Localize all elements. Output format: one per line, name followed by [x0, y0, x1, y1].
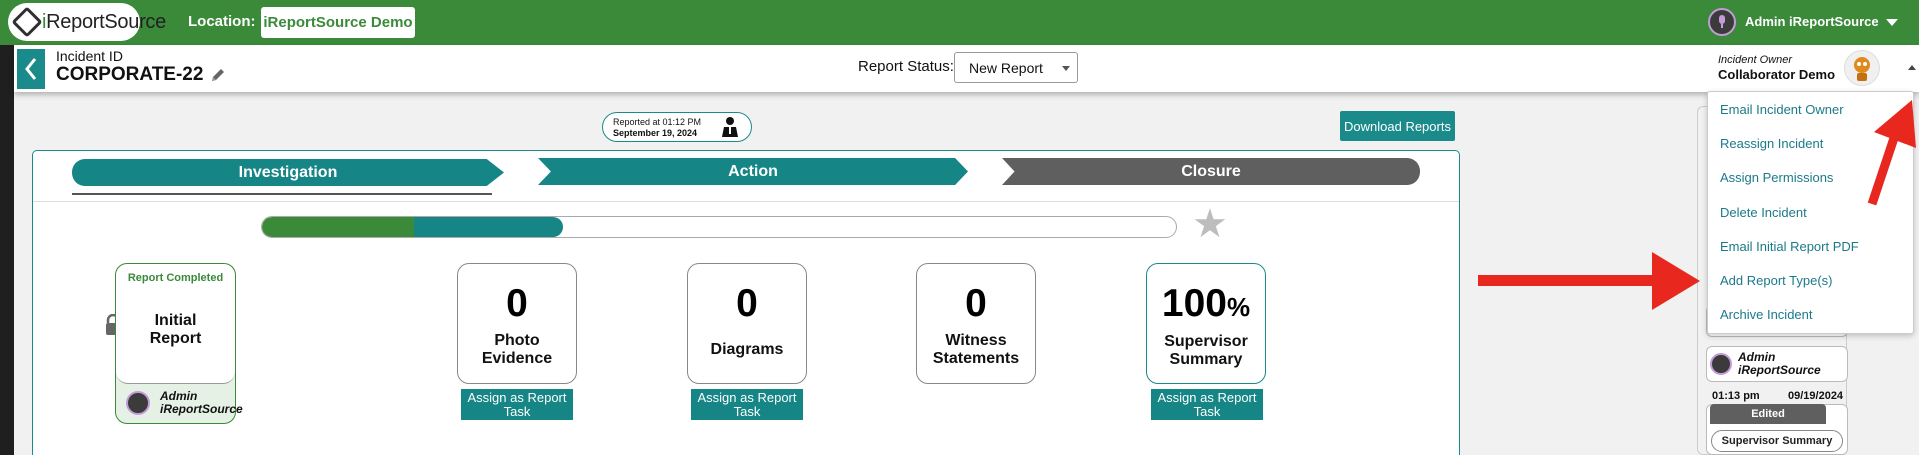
- activity-date: 09/19/2024: [1788, 390, 1844, 402]
- panel-divider: [33, 201, 1459, 202]
- user-menu-chevron-down-icon[interactable]: [1886, 19, 1898, 26]
- activity-user-avatar: [1710, 353, 1732, 375]
- initial-report-card[interactable]: Report Completed Initial Report Admin iRep…: [115, 263, 243, 424]
- witness-statements-card[interactable]: 0 Witness Statements: [916, 263, 1036, 384]
- annotation-arrow-up-icon: [1867, 100, 1916, 206]
- incident-id: CORPORATE-22: [56, 64, 204, 85]
- incident-header: Incident ID CORPORATE-22 Report Status: …: [14, 45, 1919, 92]
- active-stage-underline: [72, 193, 492, 195]
- menu-item-assign-permissions[interactable]: Assign Permissions: [1720, 170, 1833, 185]
- report-completed-status: Report Completed: [127, 272, 224, 284]
- diagrams-label: Diagrams: [710, 341, 784, 358]
- reported-date: September 19, 2024: [613, 128, 698, 138]
- activity-report-link[interactable]: Supervisor Summary: [1711, 430, 1843, 452]
- photo-evidence-card[interactable]: 0 Photo Evidence: [457, 263, 577, 384]
- stage-action[interactable]: Action: [538, 158, 968, 185]
- reported-time: Reported at 01:12 PM: [613, 117, 702, 127]
- activity-user: Admin iReportSource: [1738, 350, 1821, 377]
- back-button[interactable]: [17, 49, 45, 89]
- menu-item-reassign-incident[interactable]: Reassign Incident: [1720, 136, 1823, 151]
- report-status-label: Report Status:: [858, 58, 954, 75]
- stage-investigation[interactable]: Investigation: [72, 159, 504, 186]
- assign-photo-evidence-button[interactable]: Assign as Report Task: [461, 389, 573, 420]
- assign-diagrams-button[interactable]: Assign as Report Task: [691, 389, 803, 420]
- chevron-down-icon: [1062, 66, 1070, 71]
- initial-report-user-avatar: [126, 391, 150, 415]
- incident-owner-label: Incident Owner: [1718, 54, 1792, 66]
- menu-item-delete-incident[interactable]: Delete Incident: [1720, 205, 1807, 220]
- user-name[interactable]: Admin iReportSource: [1745, 14, 1879, 29]
- menu-item-add-report-types[interactable]: Add Report Type(s): [1720, 273, 1832, 288]
- activity-time: 01:13 pm: [1712, 390, 1760, 402]
- photo-evidence-label: Photo Evidence: [481, 332, 553, 367]
- menu-item-archive-incident[interactable]: Archive Incident: [1720, 307, 1813, 322]
- owner-avatar[interactable]: [1844, 50, 1880, 86]
- location-selector[interactable]: iReportSource Demo: [261, 7, 415, 38]
- chevron-left-icon: [25, 58, 37, 80]
- incident-id-label: Incident ID: [56, 48, 123, 64]
- witness-statements-count: 0: [965, 282, 987, 325]
- annotation-arrow-right-icon: [1478, 252, 1700, 310]
- logo-text: iReportSource: [42, 10, 166, 33]
- top-bar: iReportSource Location: iReportSource De…: [0, 0, 1919, 45]
- initial-report-user: Admin iReportSource: [160, 389, 243, 416]
- report-status-select[interactable]: New Report: [954, 52, 1078, 83]
- star-icon[interactable]: ★: [1192, 204, 1228, 244]
- activity-edited-badge: Edited: [1710, 404, 1826, 424]
- person-reporter-icon: [722, 117, 738, 137]
- robot-avatar-icon: [1854, 57, 1870, 81]
- initial-report-title: Initial Report: [149, 312, 202, 347]
- progress-segment-in-progress: [413, 217, 563, 237]
- pencil-icon[interactable]: [210, 67, 226, 83]
- menu-item-email-incident-owner[interactable]: Email Incident Owner: [1720, 102, 1844, 117]
- stage-closure[interactable]: Closure: [1002, 158, 1420, 185]
- diagrams-card[interactable]: 0 Diagrams: [687, 263, 807, 384]
- user-avatar[interactable]: [1708, 8, 1736, 36]
- supervisor-summary-card[interactable]: 100% Supervisor Summary: [1146, 263, 1266, 384]
- logo-diamond-icon: [11, 6, 43, 38]
- microphone-icon: [1719, 15, 1725, 28]
- download-reports-button[interactable]: Download Reports: [1340, 111, 1455, 141]
- incident-owner-name: Collaborator Demo: [1718, 67, 1836, 82]
- supervisor-summary-label: Supervisor Summary: [1164, 333, 1248, 368]
- app-logo[interactable]: iReportSource: [8, 3, 166, 41]
- left-strip: [0, 45, 14, 455]
- location-label: Location:: [188, 13, 256, 30]
- reported-timestamp: Reported at 01:12 PM September 19, 2024: [602, 112, 752, 142]
- report-status-value: New Report: [969, 59, 1043, 76]
- progress-bar: [261, 216, 1177, 238]
- initial-report-body: Report Completed Initial Report: [116, 264, 235, 384]
- diagrams-count: 0: [736, 282, 758, 325]
- menu-item-email-initial-report-pdf[interactable]: Email Initial Report PDF: [1720, 239, 1859, 254]
- progress-segment-completed: [262, 217, 414, 237]
- supervisor-summary-percent: 100%: [1161, 282, 1251, 325]
- assign-supervisor-summary-button[interactable]: Assign as Report Task: [1151, 389, 1263, 420]
- photo-evidence-count: 0: [506, 282, 528, 325]
- owner-menu-chevron-up-icon[interactable]: [1908, 65, 1916, 70]
- witness-statements-label: Witness Statements: [932, 332, 1020, 367]
